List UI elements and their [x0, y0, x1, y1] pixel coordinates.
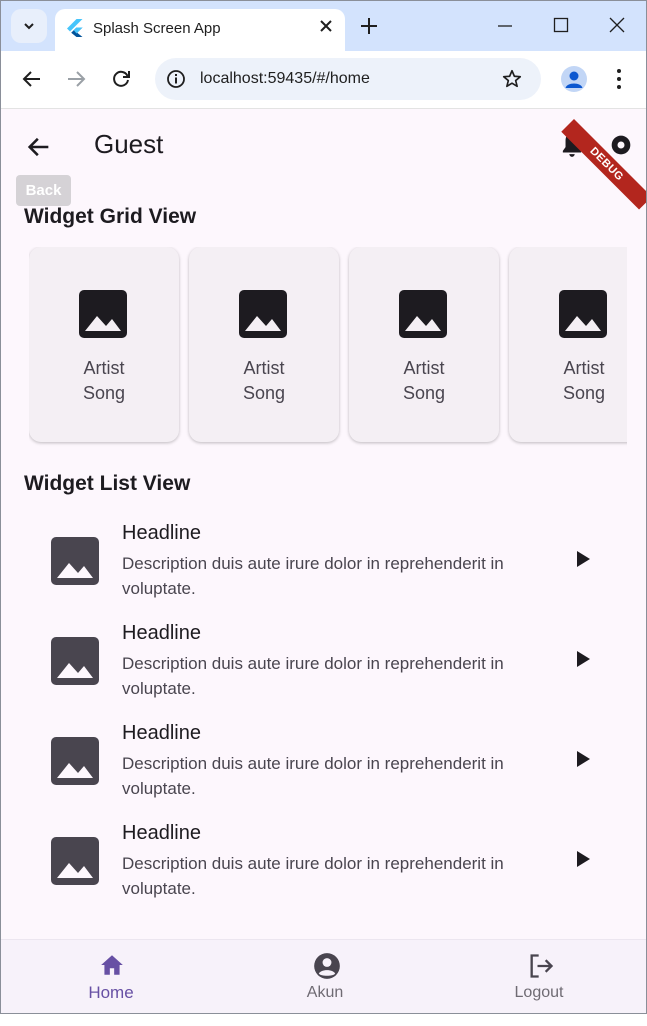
- image-icon: [51, 737, 99, 785]
- list-section-title: Widget List View: [24, 472, 191, 495]
- nav-item-home[interactable]: Home: [51, 940, 171, 1013]
- play-arrow-icon[interactable]: [574, 749, 592, 769]
- play-arrow-icon[interactable]: [574, 549, 592, 569]
- tab-search-button[interactable]: [11, 9, 47, 43]
- grid-card[interactable]: Artist Song: [509, 247, 627, 442]
- plus-icon[interactable]: [357, 14, 381, 38]
- image-icon: [559, 290, 607, 338]
- list-item-description: Description duis aute irure dolor in rep…: [122, 554, 504, 598]
- grid-card-artist: Artist: [83, 358, 125, 378]
- minimize-icon[interactable]: [495, 15, 515, 35]
- list-item-description: Description duis aute irure dolor in rep…: [122, 854, 504, 898]
- image-icon: [51, 537, 99, 585]
- grid-section-title: Widget Grid View: [24, 205, 197, 228]
- image-icon: [79, 290, 127, 338]
- nav-item-label: Logout: [514, 984, 564, 1001]
- list-item-headline: Headline: [122, 722, 201, 744]
- grid-card[interactable]: Artist Song: [349, 247, 499, 442]
- back-button[interactable]: Back: [16, 175, 71, 206]
- list-item-headline: Headline: [122, 522, 201, 544]
- list-item-headline: Headline: [122, 822, 201, 844]
- tab-search-icon: [24, 23, 34, 30]
- gear-icon[interactable]: [607, 131, 635, 159]
- tab-strip: Splash Screen App: [1, 1, 646, 51]
- account-circle-icon: [314, 953, 340, 979]
- horizontal-grid[interactable]: Artist Song Artist Song Artist Song Arti…: [29, 247, 627, 447]
- list-item[interactable]: Headline Description duis aute irure dol…: [1, 509, 646, 609]
- browser-window: Splash Screen App localhost:59435/#/home…: [0, 0, 647, 1014]
- list-item-description: Description duis aute irure dolor in rep…: [122, 654, 504, 698]
- maximize-icon[interactable]: [551, 15, 571, 35]
- app-screen: Guest DEBUG Back Widget Grid View Artist…: [1, 109, 646, 1013]
- grid-card-artist: Artist: [243, 358, 285, 378]
- back-arrow-icon[interactable]: [25, 133, 53, 161]
- profile-icon[interactable]: [561, 66, 587, 92]
- close-window-icon[interactable]: [607, 15, 627, 35]
- nav-item-label: Home: [88, 983, 134, 1002]
- grid-card[interactable]: Artist Song: [189, 247, 339, 442]
- grid-card[interactable]: Artist Song: [29, 247, 179, 442]
- image-icon: [239, 290, 287, 338]
- forward-arrow-icon[interactable]: [65, 68, 87, 90]
- nav-item-logout[interactable]: Logout: [479, 940, 599, 1013]
- image-icon: [51, 837, 99, 885]
- home-icon: [101, 955, 123, 975]
- nav-item-label: Akun: [306, 984, 344, 1001]
- grid-card-song: Song: [82, 383, 126, 403]
- bottom-navigation: Home Akun Logout: [1, 939, 646, 1013]
- browser-toolbar: localhost:59435/#/home: [1, 51, 646, 109]
- grid-card-artist: Artist: [563, 358, 605, 378]
- back-arrow-icon[interactable]: [21, 68, 43, 90]
- browser-tab[interactable]: Splash Screen App: [55, 9, 345, 51]
- grid-card-song: Song: [562, 383, 606, 403]
- logout-icon: [530, 954, 554, 978]
- image-icon: [51, 637, 99, 685]
- grid-card-song: Song: [242, 383, 286, 403]
- info-icon[interactable]: [165, 68, 187, 90]
- address-bar[interactable]: localhost:59435/#/home: [155, 58, 541, 100]
- play-arrow-icon[interactable]: [574, 649, 592, 669]
- list-item-description: Description duis aute irure dolor in rep…: [122, 754, 504, 798]
- grid-card-song: Song: [402, 383, 446, 403]
- image-icon: [399, 290, 447, 338]
- menu-dots-icon[interactable]: [613, 67, 625, 91]
- page-title: Guest: [94, 129, 164, 159]
- nav-item-akun[interactable]: Akun: [265, 940, 385, 1013]
- reload-icon[interactable]: [110, 68, 132, 90]
- url-text[interactable]: localhost:59435/#/home: [200, 70, 370, 88]
- list-item[interactable]: Headline Description duis aute irure dol…: [1, 609, 646, 709]
- list-item-headline: Headline: [122, 622, 201, 644]
- grid-card-artist: Artist: [403, 358, 445, 378]
- star-icon[interactable]: [501, 68, 523, 90]
- flutter-icon: [67, 19, 83, 37]
- list-item[interactable]: Headline Description duis aute irure dol…: [1, 809, 646, 909]
- close-icon[interactable]: [319, 19, 333, 33]
- tab-title: Splash Screen App: [93, 20, 221, 37]
- list-item[interactable]: Headline Description duis aute irure dol…: [1, 709, 646, 809]
- play-arrow-icon[interactable]: [574, 849, 592, 869]
